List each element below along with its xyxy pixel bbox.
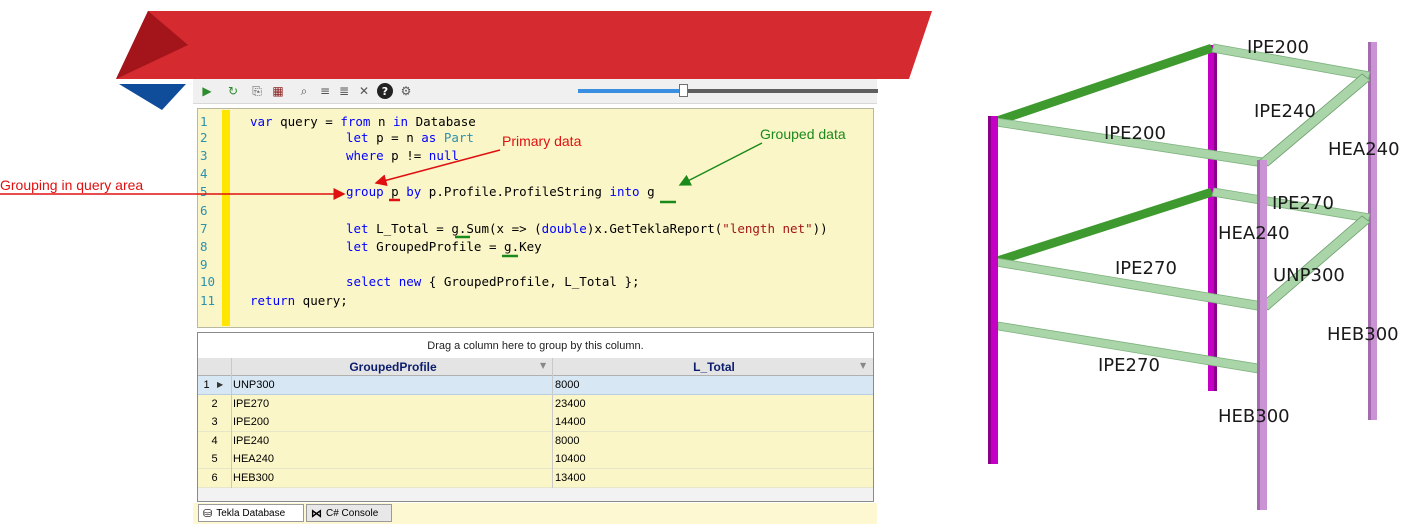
table-row[interactable]: 2 IPE270 23400 bbox=[198, 394, 873, 414]
model-label: HEA240 bbox=[1218, 223, 1290, 244]
grid-header: GroupedProfile ▼ L_Total ▼ bbox=[198, 358, 873, 376]
cell-grouped-profile[interactable]: IPE240 bbox=[233, 432, 269, 450]
column-hea240-front-left bbox=[988, 116, 998, 464]
column-hea240-back-center bbox=[1208, 45, 1217, 391]
model-label: IPE200 bbox=[1104, 123, 1166, 144]
annotation-overlay bbox=[0, 142, 763, 258]
cell-l-total[interactable]: 23400 bbox=[555, 395, 586, 413]
cell-grouped-profile[interactable]: IPE270 bbox=[233, 395, 269, 413]
model-label: IPE270 bbox=[1098, 355, 1160, 376]
model-label: HEB300 bbox=[1327, 324, 1399, 345]
model-label: IPE240 bbox=[1254, 101, 1316, 122]
database-icon: ⛁ bbox=[203, 507, 213, 520]
visual-studio-icon: ⋈ bbox=[311, 507, 322, 520]
filter-icon[interactable]: ▼ bbox=[860, 361, 866, 370]
primary-data-arrow bbox=[374, 149, 501, 187]
table-row[interactable]: 3 IPE200 14400 bbox=[198, 413, 873, 432]
model-label: UNP300 bbox=[1273, 265, 1345, 286]
table-row[interactable]: 1 ▶ UNP300 8000 bbox=[198, 376, 873, 395]
beam-ipe200-top-back bbox=[992, 44, 1214, 126]
column-divider bbox=[231, 358, 232, 488]
tab-csharp-console[interactable]: ⋈ C# Console bbox=[306, 504, 392, 522]
model-label: IPE270 bbox=[1272, 193, 1334, 214]
column-header-groupedprofile[interactable]: GroupedProfile bbox=[233, 358, 553, 375]
row-number: 2 bbox=[211, 397, 218, 410]
column-heb300-back bbox=[1368, 42, 1377, 420]
model-label: HEA240 bbox=[1328, 139, 1400, 160]
row-number: 5 bbox=[211, 453, 218, 465]
column-header-l-total[interactable]: L_Total bbox=[555, 358, 873, 375]
model-label: IPE200 bbox=[1247, 37, 1309, 58]
cell-grouped-profile[interactable]: IPE200 bbox=[233, 413, 269, 431]
cell-l-total[interactable]: 8000 bbox=[555, 432, 579, 450]
row-number: 3 bbox=[211, 416, 218, 428]
steel-frame-3d-model bbox=[988, 42, 1377, 510]
table-row[interactable]: 4 IPE240 8000 bbox=[198, 431, 873, 451]
model-label: IPE270 bbox=[1115, 258, 1177, 279]
row-number: 4 bbox=[211, 434, 218, 447]
grouped-data-arrow bbox=[678, 142, 763, 186]
cell-l-total[interactable]: 8000 bbox=[555, 376, 579, 394]
tab-tekla-database[interactable]: ⛁ Tekla Database bbox=[198, 504, 304, 522]
table-row[interactable]: 6 HEB300 13400 bbox=[198, 468, 873, 488]
cell-grouped-profile[interactable]: HEA240 bbox=[233, 450, 274, 468]
group-by-panel[interactable]: Drag a column here to group by this colu… bbox=[198, 333, 873, 359]
column-divider bbox=[552, 358, 553, 488]
grouping-label: Grouping in query area bbox=[0, 177, 144, 193]
cell-grouped-profile[interactable]: UNP300 bbox=[233, 376, 275, 394]
cell-l-total[interactable]: 10400 bbox=[555, 450, 586, 468]
current-row-indicator-icon: ▶ bbox=[217, 380, 224, 389]
column-heb300-front-right bbox=[1257, 160, 1267, 510]
grouped-data-label: Grouped data bbox=[760, 126, 846, 142]
beam-ipe270-mid-back bbox=[992, 188, 1214, 266]
primary-data-label: Primary data bbox=[502, 133, 582, 149]
model-label: HEB300 bbox=[1218, 406, 1290, 427]
filter-icon[interactable]: ▼ bbox=[540, 361, 546, 370]
row-number: 6 bbox=[211, 471, 218, 484]
cell-l-total[interactable]: 13400 bbox=[555, 469, 586, 487]
table-row[interactable]: 5 HEA240 10400 bbox=[198, 450, 873, 469]
cell-grouped-profile[interactable]: HEB300 bbox=[233, 469, 274, 487]
grid-footer bbox=[198, 488, 873, 501]
cell-l-total[interactable]: 14400 bbox=[555, 413, 586, 431]
